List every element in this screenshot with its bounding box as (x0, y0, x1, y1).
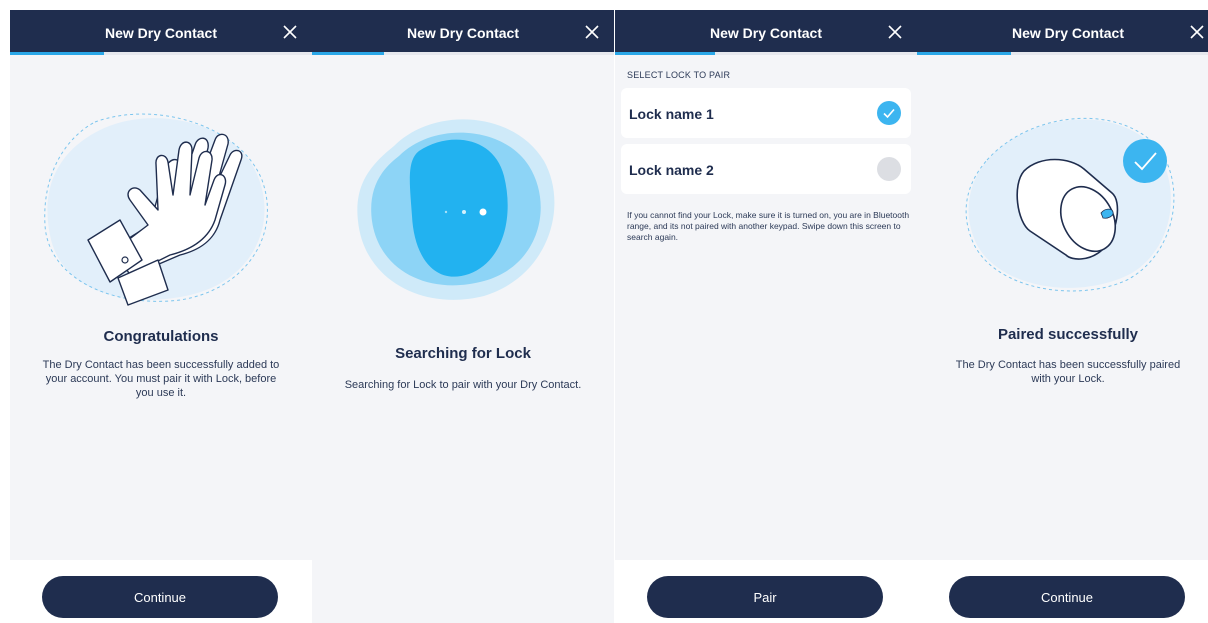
progress-bar (615, 52, 917, 55)
continue-button[interactable]: Continue (949, 576, 1185, 618)
help-text: If you cannot find your Lock, make sure … (627, 210, 910, 242)
header-title: New Dry Contact (406, 25, 520, 41)
lock-name: Lock name 2 (629, 162, 714, 178)
header: New Dry Contact (917, 10, 1208, 55)
screen-title: Searching for Lock (395, 345, 531, 362)
close-icon[interactable] (1187, 22, 1207, 42)
checked-radio-icon[interactable] (877, 101, 901, 125)
progress-fill (10, 52, 104, 55)
screen-searching: New Dry Contact Searching for Lock Searc… (312, 10, 614, 623)
header: New Dry Contact (10, 10, 312, 55)
section-label: SELECT LOCK TO PAIR (627, 70, 731, 80)
footer: Pair (615, 560, 917, 623)
screen-title: Congratulations (103, 328, 219, 345)
pair-button[interactable]: Pair (647, 576, 883, 618)
close-icon[interactable] (280, 22, 300, 42)
header-title: New Dry Contact (1011, 25, 1125, 41)
header-title: New Dry Contact (104, 25, 218, 41)
screen-description: The Dry Contact has been successfully ad… (42, 359, 280, 399)
screen-description: Searching for Lock to pair with your Dry… (344, 379, 582, 391)
progress-bar (10, 52, 312, 55)
screen-description: The Dry Contact has been successfully pa… (955, 359, 1181, 385)
clapping-hands-illustration (44, 113, 268, 306)
searching-animation-illustration (357, 119, 555, 300)
header: New Dry Contact (615, 10, 917, 55)
screen-congratulations: New Dry Contact Congratulations The Dry … (10, 10, 312, 623)
lock-paired-illustration (965, 117, 1175, 292)
progress-bar (917, 52, 1208, 55)
continue-button[interactable]: Continue (42, 576, 278, 618)
footer: Continue (917, 560, 1208, 623)
header: New Dry Contact (312, 10, 614, 55)
close-icon[interactable] (582, 22, 602, 42)
header-title: New Dry Contact (709, 25, 823, 41)
screen-select-lock: New Dry Contact SELECT LOCK TO PAIR Lock… (615, 10, 917, 623)
progress-fill (615, 52, 715, 55)
screen-paired: New Dry Contact Paired successfully The … (917, 10, 1208, 623)
unchecked-radio-icon[interactable] (877, 157, 901, 181)
progress-bar (312, 52, 614, 55)
screen-title: Paired successfully (997, 326, 1139, 343)
progress-fill (917, 52, 1011, 55)
lock-option-1[interactable]: Lock name 1 (621, 88, 911, 138)
close-icon[interactable] (885, 22, 905, 42)
progress-fill (312, 52, 385, 55)
lock-name: Lock name 1 (629, 106, 714, 122)
footer: Continue (10, 560, 312, 623)
lock-option-2[interactable]: Lock name 2 (621, 144, 911, 194)
